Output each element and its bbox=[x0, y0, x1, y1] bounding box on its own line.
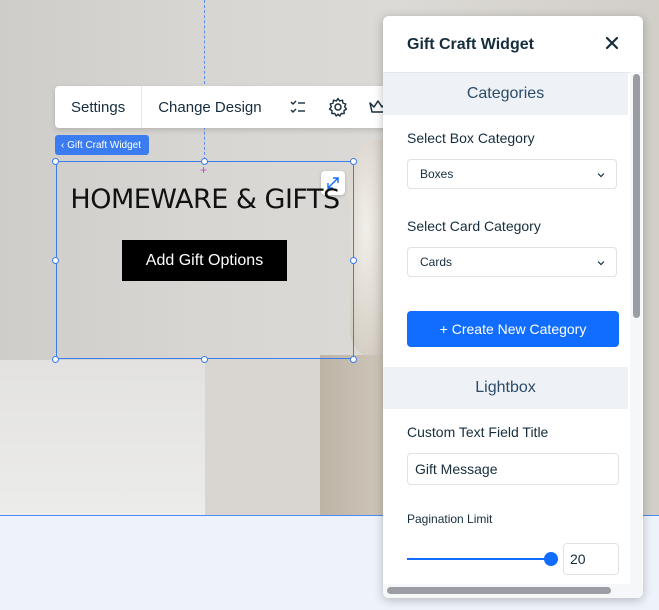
section-categories-heading: Categories bbox=[383, 73, 628, 115]
background-floor bbox=[0, 360, 205, 515]
section-lightbox-heading: Lightbox bbox=[383, 367, 628, 409]
center-marker-icon: + bbox=[200, 163, 208, 177]
resize-handle[interactable] bbox=[350, 356, 357, 363]
resize-handle[interactable] bbox=[201, 356, 208, 363]
pagination-slider-track[interactable] bbox=[407, 558, 551, 560]
close-icon[interactable] bbox=[601, 32, 623, 54]
custom-text-label: Custom Text Field Title bbox=[407, 424, 549, 440]
checklist-icon[interactable] bbox=[278, 86, 318, 128]
resize-handle[interactable] bbox=[52, 356, 59, 363]
card-category-value: Cards bbox=[420, 255, 453, 269]
horizontal-scrollbar-thumb[interactable] bbox=[387, 587, 611, 594]
resize-handle[interactable] bbox=[350, 257, 357, 264]
vertical-scrollbar-thumb[interactable] bbox=[633, 74, 640, 318]
create-new-category-button[interactable]: + Create New Category bbox=[407, 311, 619, 347]
box-category-value: Boxes bbox=[420, 167, 454, 181]
selection-tag[interactable]: ‹ Gift Craft Widget bbox=[55, 135, 150, 155]
add-gift-options-button[interactable]: Add Gift Options bbox=[122, 240, 287, 281]
card-category-dropdown[interactable]: Cards bbox=[407, 247, 617, 277]
resize-handle[interactable] bbox=[350, 158, 357, 165]
alignment-guide bbox=[204, 0, 205, 160]
box-category-dropdown[interactable]: Boxes bbox=[407, 159, 617, 189]
resize-handle[interactable] bbox=[52, 257, 59, 264]
pagination-limit-label: Pagination Limit bbox=[407, 512, 493, 526]
settings-button[interactable]: Settings bbox=[55, 86, 143, 128]
card-category-label: Select Card Category bbox=[407, 218, 541, 234]
chevron-down-icon bbox=[597, 261, 605, 266]
element-toolbar: Settings Change Design bbox=[55, 86, 400, 128]
gear-icon[interactable] bbox=[318, 86, 358, 128]
change-design-button[interactable]: Change Design bbox=[142, 86, 277, 128]
pagination-slider-handle[interactable] bbox=[544, 552, 558, 566]
box-category-label: Select Box Category bbox=[407, 130, 535, 146]
widget-title: HOMEWARE & GIFTS bbox=[70, 184, 340, 215]
resize-handle[interactable] bbox=[52, 158, 59, 165]
panel-title: Gift Craft Widget bbox=[407, 36, 534, 53]
pagination-limit-input[interactable] bbox=[563, 543, 619, 575]
background-pedestal bbox=[320, 355, 390, 515]
custom-text-field[interactable] bbox=[407, 453, 619, 485]
panel-header: Gift Craft Widget bbox=[383, 16, 643, 73]
settings-panel: Gift Craft Widget Categories Select Box … bbox=[383, 16, 643, 598]
chevron-down-icon bbox=[597, 173, 605, 178]
